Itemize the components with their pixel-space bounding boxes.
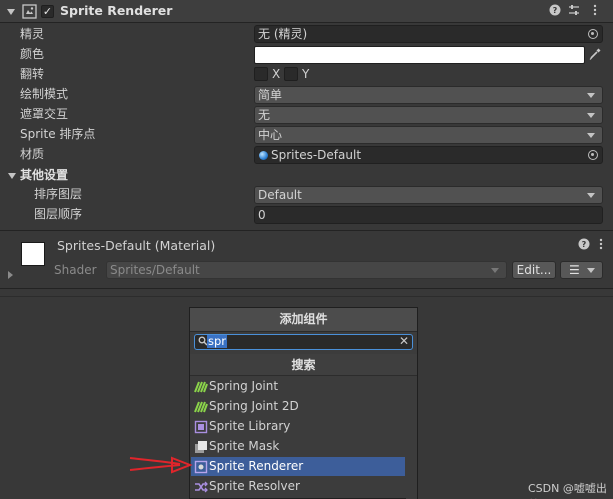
color-swatch[interactable] bbox=[254, 46, 585, 64]
sprite-field[interactable]: 无 (精灵) bbox=[254, 25, 603, 43]
presets-icon[interactable] bbox=[567, 4, 581, 18]
result-label: Sprite Resolver bbox=[209, 479, 300, 493]
draw-mode-value: 简单 bbox=[258, 88, 283, 102]
sprite-library-icon bbox=[194, 420, 208, 434]
more-menu-icon[interactable] bbox=[594, 238, 608, 252]
result-spring-joint[interactable]: Spring Joint bbox=[191, 377, 405, 396]
eyedropper-icon[interactable] bbox=[588, 47, 602, 61]
order-in-layer-input[interactable]: 0 bbox=[254, 206, 603, 224]
material-title: Sprites-Default (Material) bbox=[57, 238, 216, 253]
results-scrollbar[interactable] bbox=[406, 376, 417, 499]
shader-dropdown[interactable]: Sprites/Default bbox=[106, 261, 507, 279]
result-sprite-renderer[interactable]: Sprite Renderer bbox=[191, 457, 405, 476]
component-enabled-checkbox[interactable]: ✓ bbox=[41, 5, 54, 18]
object-picker-icon[interactable] bbox=[588, 29, 598, 39]
object-picker-icon[interactable] bbox=[588, 150, 598, 160]
shader-label: Shader bbox=[54, 263, 97, 277]
mask-interaction-value: 无 bbox=[258, 108, 271, 122]
spring-joint-icon bbox=[194, 381, 208, 393]
sorting-layer-value: Default bbox=[258, 188, 302, 202]
result-label: Sprite Mask bbox=[209, 439, 280, 453]
chevron-down-icon bbox=[587, 193, 595, 198]
result-spring-joint-2d[interactable]: Spring Joint 2D bbox=[191, 397, 405, 416]
draw-mode-dropdown[interactable]: 简单 bbox=[254, 86, 603, 104]
annotation-arrow-icon bbox=[129, 456, 193, 474]
flip-y-label: Y bbox=[302, 67, 310, 81]
search-query: spr bbox=[207, 334, 228, 348]
sort-point-dropdown[interactable]: 中心 bbox=[254, 126, 603, 144]
mask-interaction-dropdown[interactable]: 无 bbox=[254, 106, 603, 124]
watermark: CSDN @嘘嘘出差 bbox=[528, 482, 607, 499]
flip-x-checkbox[interactable] bbox=[254, 67, 268, 81]
help-icon[interactable]: ? bbox=[548, 4, 562, 18]
sprite-mask-icon bbox=[195, 441, 207, 453]
material-value: Sprites-Default bbox=[271, 148, 362, 162]
order-in-layer-value: 0 bbox=[258, 208, 266, 222]
section-divider bbox=[0, 230, 613, 231]
chevron-down-icon bbox=[587, 113, 595, 118]
mask-interaction-label: 遮罩交互 bbox=[20, 107, 69, 121]
flip-x-label: X bbox=[272, 67, 281, 81]
help-icon[interactable]: ? bbox=[577, 238, 591, 252]
list-icon: ☰ bbox=[569, 263, 580, 277]
edit-shader-button[interactable]: Edit... bbox=[512, 261, 556, 279]
add-component-title: 添加组件 bbox=[190, 308, 417, 332]
more-menu-icon[interactable] bbox=[588, 4, 602, 18]
order-in-layer-label: 图层顺序 bbox=[34, 207, 83, 221]
svg-text:?: ? bbox=[582, 240, 587, 249]
svg-text:?: ? bbox=[553, 6, 558, 15]
material-label: 材质 bbox=[20, 147, 45, 161]
chevron-down-icon bbox=[587, 133, 595, 138]
chevron-down-icon bbox=[587, 268, 595, 273]
shader-options-button[interactable]: ☰ bbox=[560, 261, 603, 279]
search-results-header: 搜索 bbox=[190, 354, 417, 376]
result-label: Sprite Renderer bbox=[209, 459, 304, 473]
sprite-renderer-icon bbox=[22, 4, 37, 19]
sprite-resolver-icon bbox=[195, 481, 208, 493]
spring-joint-2d-icon bbox=[194, 401, 208, 413]
result-label: Spring Joint bbox=[209, 379, 279, 393]
color-label: 颜色 bbox=[20, 47, 45, 61]
chevron-down-icon bbox=[491, 268, 499, 273]
clear-search-icon[interactable]: ✕ bbox=[399, 334, 411, 348]
result-sprite-resolver[interactable]: Sprite Resolver bbox=[191, 477, 405, 496]
sorting-layer-dropdown[interactable]: Default bbox=[254, 186, 603, 204]
sprite-renderer-icon bbox=[194, 460, 208, 474]
sort-point-label: Sprite 排序点 bbox=[20, 127, 96, 141]
additional-settings-header[interactable]: 其他设置 bbox=[20, 166, 68, 184]
result-sprite-library[interactable]: Sprite Library bbox=[191, 417, 405, 436]
sorting-layer-label: 排序图层 bbox=[34, 187, 83, 201]
section-divider bbox=[0, 288, 613, 289]
sprite-value: 无 (精灵) bbox=[258, 27, 308, 41]
sprite-label: 精灵 bbox=[20, 27, 45, 41]
component-title: Sprite Renderer bbox=[60, 3, 173, 18]
expand-arrow-icon[interactable] bbox=[8, 271, 13, 279]
draw-mode-label: 绘制模式 bbox=[20, 87, 69, 101]
flip-label: 翻转 bbox=[20, 67, 45, 81]
material-preview-thumbnail bbox=[21, 242, 45, 266]
fold-arrow-icon[interactable] bbox=[7, 9, 15, 15]
shader-value: Sprites/Default bbox=[110, 263, 200, 277]
result-sprite-mask[interactable]: Sprite Mask bbox=[191, 437, 405, 456]
chevron-down-icon bbox=[587, 93, 595, 98]
material-sphere-icon bbox=[259, 151, 268, 160]
flip-y-checkbox[interactable] bbox=[284, 67, 298, 81]
sort-point-value: 中心 bbox=[258, 128, 283, 142]
result-label: Spring Joint 2D bbox=[209, 399, 299, 413]
result-label: Sprite Library bbox=[209, 419, 291, 433]
material-field[interactable]: Sprites-Default bbox=[254, 146, 603, 164]
additional-settings-fold-icon[interactable] bbox=[8, 173, 16, 179]
section-divider bbox=[0, 296, 613, 297]
